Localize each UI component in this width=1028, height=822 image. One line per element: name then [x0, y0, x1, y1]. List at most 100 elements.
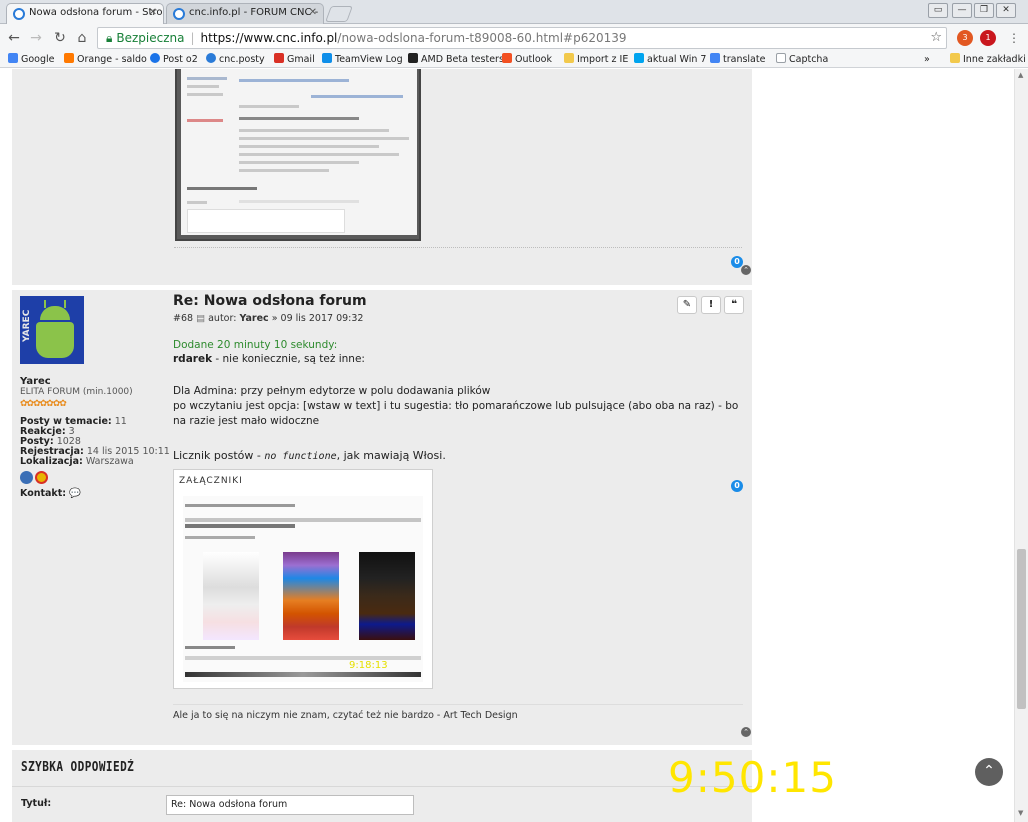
extension-badge: 3: [962, 33, 968, 42]
folder-icon: [950, 53, 960, 63]
maximize-button[interactable]: ❐: [974, 3, 994, 18]
post-date: » 09 lis 2017 09:32: [271, 313, 364, 324]
user-stat: Lokalizacja: Warszawa: [20, 456, 134, 467]
attachments-title: ZAŁĄCZNIKI: [179, 476, 243, 486]
embedded-screenshot-image: [175, 69, 421, 241]
signature: Ale ja to się na niczym nie znam, czytać…: [173, 710, 518, 721]
scrollbar-thumb[interactable]: [1017, 549, 1026, 709]
new-tab-button[interactable]: [325, 6, 353, 22]
reaction-badge[interactable]: 0: [731, 480, 743, 492]
post-author[interactable]: Yarec: [239, 313, 268, 324]
browser-tab-strip: Nowa odsłona forum - Stroi ✕ cnc.info.pl…: [0, 0, 1028, 24]
gmail-icon: [274, 53, 284, 63]
browser-toolbar: ← → ↻ ⌂ 🔒︎ Bezpieczna | https://www.cnc.inf…: [0, 24, 1028, 52]
attachments-box: ZAŁĄCZNIKI 9:18:13: [173, 469, 433, 689]
menu-kebab-icon[interactable]: ⋮: [1004, 28, 1024, 48]
google-icon: [8, 53, 18, 63]
bookmarks-overflow[interactable]: »: [924, 53, 930, 67]
page-icon: [776, 53, 786, 63]
bookmark-cnc-posty[interactable]: cnc.posty: [206, 53, 265, 67]
post-meta: #68 ▤ autor: Yarec » 09 lis 2017 09:32: [173, 313, 364, 324]
report-icon[interactable]: !: [701, 296, 721, 314]
cnc-icon: [206, 53, 216, 63]
cnc-favicon-icon: [13, 8, 25, 20]
home-icon[interactable]: ⌂: [72, 28, 92, 48]
close-tab-icon[interactable]: ✕: [309, 7, 317, 18]
tab-label: cnc.info.pl - FORUM CNC -: [189, 7, 319, 18]
quick-reply-title: SZYBKA ODPOWIEDŹ: [21, 760, 135, 775]
reload-icon[interactable]: ↻: [50, 28, 70, 48]
post-line1: rdarek - nie koniecznie, są też inne:: [173, 353, 365, 365]
post-68: YAREC Yarec ELITA FORUM (min.1000) ✿✿✿✿✿…: [12, 290, 752, 745]
page-scrollbar[interactable]: ▲ ▼: [1014, 69, 1028, 822]
cnc-favicon-icon: [173, 8, 185, 20]
scroll-up-icon[interactable]: ⌃: [741, 265, 751, 275]
adblock-icon[interactable]: 1: [980, 30, 996, 46]
forward-arrow-icon[interactable]: →: [26, 28, 46, 48]
orange-icon: [64, 53, 74, 63]
scroll-up-icon[interactable]: ⌃: [741, 727, 751, 737]
bookmark-google[interactable]: Google: [8, 53, 55, 67]
bookmark-outlook[interactable]: Outlook: [502, 53, 552, 67]
extension-icon[interactable]: 3: [957, 30, 973, 46]
post-paragraph: Dla Admina: przy pełnym edytorze w polu …: [173, 385, 739, 427]
secure-label: Bezpieczna: [116, 31, 185, 45]
scroll-to-top-button[interactable]: ⌃: [975, 758, 1003, 786]
bookmark-amd[interactable]: AMD Beta testers: [408, 53, 504, 67]
quote-icon[interactable]: ❝: [724, 296, 744, 314]
username[interactable]: Yarec: [20, 376, 51, 387]
attachment-image[interactable]: 9:18:13: [183, 496, 423, 682]
url-path: /nowa-odslona-forum-t89008-60.html#p6201…: [337, 31, 627, 45]
overlay-clock: 9:50:15: [668, 753, 837, 802]
translate-icon: [710, 53, 720, 63]
chat-bubble-icon[interactable]: 💬: [69, 488, 81, 499]
address-bar[interactable]: 🔒︎ Bezpieczna | https://www.cnc.info.pl/now…: [97, 27, 947, 49]
bookmark-orange[interactable]: Orange - saldo: [64, 53, 147, 67]
post-title[interactable]: Re: Nowa odsłona forum: [173, 293, 367, 309]
bookmark-import-ie[interactable]: Import z IE: [564, 53, 628, 67]
contact: Kontakt: 💬: [20, 488, 82, 499]
rank-stars: ✿✿✿✿✿✿✿: [20, 399, 67, 409]
browser-badges: [20, 471, 52, 485]
bookmark-star-icon[interactable]: ☆: [930, 28, 942, 48]
bookmarks-bar: Google Orange - saldo Post o2 cnc.posty …: [0, 52, 1028, 68]
scroll-down-arrow-icon[interactable]: ▼: [1018, 809, 1023, 817]
close-tab-icon[interactable]: ✕: [149, 7, 157, 18]
page-viewport: 0 ⌃ YAREC Yarec ELITA FORUM (min.1000) ✿…: [0, 69, 1014, 822]
browser-tab-forum[interactable]: Nowa odsłona forum - Stroi ✕: [6, 3, 164, 24]
windows-icon: [634, 53, 644, 63]
lock-icon: 🔒︎: [106, 31, 113, 45]
document-icon: ▤: [196, 313, 206, 324]
avatar: YAREC: [20, 296, 84, 364]
windows-icon: [20, 471, 33, 484]
post-paragraph: Licznik postów - no functione, jak mawia…: [173, 449, 446, 462]
minimize-button[interactable]: —: [952, 3, 972, 18]
bookmark-aktual-win7[interactable]: aktual Win 7: [634, 53, 706, 67]
bookmark-teamviewer[interactable]: TeamView Log: [322, 53, 403, 67]
subject-label: Tytuł:: [21, 798, 52, 809]
bookmark-captcha[interactable]: Captcha: [776, 53, 828, 67]
back-arrow-icon[interactable]: ←: [4, 28, 24, 48]
browser-tab-cnc[interactable]: cnc.info.pl - FORUM CNC - ✕: [166, 3, 324, 24]
o2-icon: [150, 53, 160, 63]
folder-icon: [564, 53, 574, 63]
quick-reply-panel: SZYBKA ODPOWIEDŹ Tytuł: Re: Nowa odsłona…: [12, 750, 752, 822]
scroll-up-arrow-icon[interactable]: ▲: [1018, 71, 1023, 79]
avatar-label: YAREC: [22, 309, 32, 342]
edit-pencil-icon[interactable]: ✎: [677, 296, 697, 314]
post-number[interactable]: #68: [173, 313, 193, 324]
bookmark-translate[interactable]: translate: [710, 53, 765, 67]
windows-icon: [502, 53, 512, 63]
user-icon[interactable]: ▭: [928, 3, 948, 18]
post-added-note: Dodane 20 minuty 10 sekundy:: [173, 339, 338, 351]
user-rank: ELITA FORUM (min.1000): [20, 387, 133, 397]
teamviewer-icon: [322, 53, 332, 63]
bookmark-gmail[interactable]: Gmail: [274, 53, 315, 67]
url-host: https://www.cnc.info.pl: [200, 31, 338, 45]
extension-badge: 1: [985, 33, 991, 42]
bookmark-post-o2[interactable]: Post o2: [150, 53, 198, 67]
close-window-button[interactable]: ✕: [996, 3, 1016, 18]
bookmark-other[interactable]: Inne zakładki: [950, 53, 1026, 67]
subject-input[interactable]: Re: Nowa odsłona forum: [166, 795, 414, 815]
attachment-clock-text: 9:18:13: [349, 660, 388, 671]
